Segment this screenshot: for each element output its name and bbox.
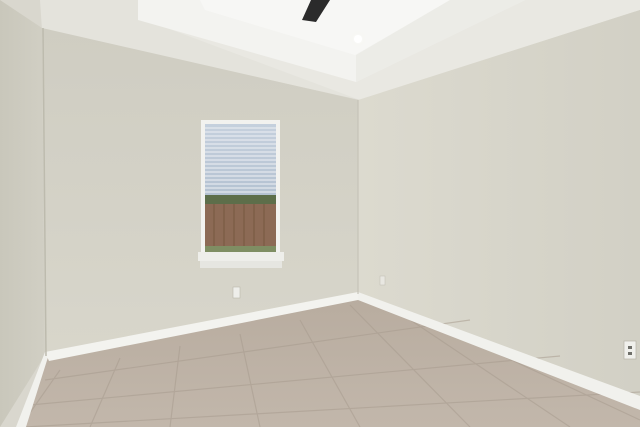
room-photo [0,0,640,427]
window-fence [205,204,276,246]
window-apron [200,261,282,268]
electrical-outlet-icon [379,275,386,286]
window-icon [198,120,284,268]
outlet-slot [628,352,632,355]
electrical-outlet-icon [623,340,637,360]
window-sill [198,252,284,261]
outlet-slot [628,346,632,349]
window-grass [205,246,276,252]
left-wall [0,0,45,427]
recessed-light-bulb [354,35,362,43]
electrical-outlet-icon [232,286,241,299]
window-trees [205,195,276,204]
